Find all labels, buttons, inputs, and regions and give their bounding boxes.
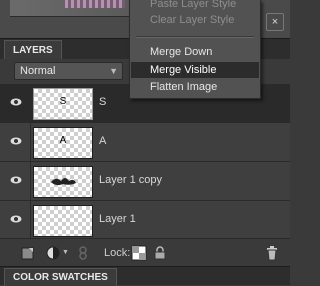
visibility-cell[interactable] [0,123,31,161]
layer-name: Layer 1 copy [99,174,162,186]
adjustment-layer-icon[interactable] [45,245,61,261]
new-layer-icon[interactable] [20,245,36,261]
trash-icon[interactable] [264,245,280,261]
lock-label: Lock: [104,247,131,259]
color-swatches-tab-bar: COLOR SWATCHES [0,266,290,286]
menu-item-merge-down[interactable]: Merge Down [131,44,259,60]
link-icon[interactable] [75,245,91,261]
eye-icon[interactable] [10,98,22,106]
layer-row[interactable]: Layer 1 [0,201,290,240]
visibility-cell[interactable] [0,162,31,200]
layer-thumbnail: A [33,127,93,159]
menu-item-flatten-image[interactable]: Flatten Image [131,79,259,95]
close-icon[interactable]: × [266,13,284,31]
thumbnail-art [51,178,76,186]
blend-mode-value: Normal [20,65,56,77]
menu-item-clear-layer-style: Clear Layer Style [150,14,235,26]
layer-thumbnail [33,205,93,237]
chevron-down-icon[interactable]: ▼ [62,249,70,257]
eye-icon[interactable] [10,176,22,184]
thumbnail-glyph: S [59,96,67,107]
tab-color-swatches[interactable]: COLOR SWATCHES [4,268,117,286]
layer-row[interactable]: Layer 1 copy [0,162,290,201]
lock-icon[interactable] [152,245,168,261]
blend-mode-select[interactable]: Normal ▼ [14,62,123,80]
layer-context-menu: Paste Layer Style Clear Layer Style Merg… [129,0,261,99]
chevron-down-icon: ▼ [109,66,118,76]
layer-thumbnail [33,166,93,198]
tab-layers[interactable]: LAYERS [4,40,62,60]
menu-separator [136,36,254,38]
menu-item-merge-visible[interactable]: Merge Visible [131,62,259,78]
thumbnail-glyph: A [59,135,67,146]
canvas-preview [10,0,130,17]
layers-toolbar: ▼ Lock: [0,238,290,267]
lock-transparency-icon[interactable] [131,245,147,261]
layer-row[interactable]: A A [0,123,290,162]
eye-icon[interactable] [10,215,22,223]
canvas-preview-art [65,0,125,8]
visibility-cell[interactable] [0,84,31,122]
layer-list: S S A A Layer 1 copy Layer 1 [0,84,290,240]
layer-name: Layer 1 [99,213,136,225]
menu-item-paste-layer-style: Paste Layer Style [150,0,237,10]
layer-thumbnail: S [33,88,93,120]
layer-name: S [99,96,107,108]
eye-icon[interactable] [10,137,22,145]
visibility-cell[interactable] [0,201,31,239]
layer-name: A [99,135,107,147]
